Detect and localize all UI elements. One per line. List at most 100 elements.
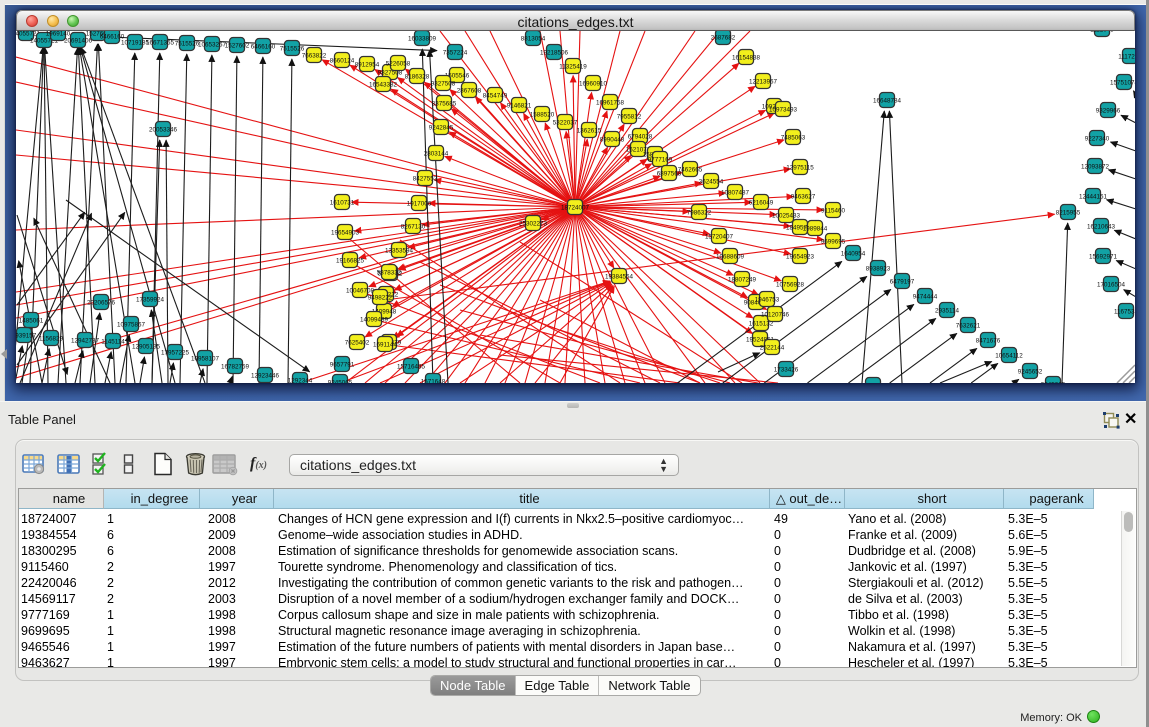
svg-text:8427552: 8427552	[413, 175, 438, 182]
svg-text:12975115: 12975115	[786, 164, 814, 171]
svg-text:18807249: 18807249	[728, 276, 757, 283]
svg-text:20206576: 20206576	[87, 299, 116, 306]
svg-text:10975867: 10975867	[117, 321, 146, 328]
svg-text:1610731: 1610731	[330, 199, 355, 206]
svg-text:13353594: 13353594	[385, 247, 414, 254]
svg-text:16210643: 16210643	[1087, 223, 1116, 230]
svg-text:1362615: 1362615	[577, 127, 602, 134]
svg-text:9327508: 9327508	[431, 80, 456, 87]
svg-text:7462665: 7462665	[678, 166, 703, 173]
svg-text:1588520: 1588520	[530, 111, 555, 118]
svg-text:2935114: 2935114	[935, 307, 960, 314]
svg-text:8990448: 8990448	[600, 136, 625, 143]
svg-text:9657791: 9657791	[330, 361, 355, 368]
svg-text:10756928: 10756928	[776, 281, 805, 288]
svg-text:10025433: 10025433	[772, 212, 801, 219]
svg-text:7515526: 7515526	[175, 40, 200, 47]
svg-text:12093872: 12093872	[1081, 163, 1110, 170]
svg-text:9329966: 9329966	[1096, 107, 1121, 114]
svg-text:1640954: 1640954	[841, 250, 866, 257]
svg-text:25302273: 25302273	[519, 220, 548, 227]
svg-text:1167533: 1167533	[1114, 308, 1135, 315]
svg-text:6466160: 6466160	[251, 43, 276, 50]
svg-text:10688609: 10688609	[716, 253, 745, 260]
svg-text:10807487: 10807487	[721, 189, 750, 196]
svg-text:9115460: 9115460	[821, 207, 846, 214]
svg-text:9242845: 9242845	[429, 124, 454, 131]
svg-text:3624554: 3624554	[699, 178, 724, 185]
svg-text:19384554: 19384554	[605, 273, 634, 280]
svg-text:12444151: 12444151	[1079, 193, 1108, 200]
svg-text:10973493: 10973493	[769, 106, 798, 113]
svg-text:9474444: 9474444	[913, 293, 938, 300]
svg-text:16648784: 16648784	[873, 97, 902, 104]
svg-text:19218506: 19218506	[540, 49, 569, 56]
svg-text:8813054: 8813054	[521, 35, 546, 42]
svg-text:7625402: 7625402	[345, 339, 370, 346]
svg-text:15716485: 15716485	[397, 363, 426, 370]
svg-text:7663822: 7663822	[302, 52, 327, 59]
svg-text:10654112: 10654112	[995, 352, 1023, 359]
svg-text:1939157: 1939157	[16, 332, 37, 339]
svg-text:10046708: 10046708	[346, 287, 375, 294]
svg-text:1989844: 1989844	[803, 225, 828, 232]
svg-text:6479197: 6479197	[890, 278, 915, 285]
svg-text:15692971: 15692971	[1089, 253, 1118, 260]
svg-text:9699695: 9699695	[821, 238, 846, 245]
svg-text:19654903: 19654903	[331, 229, 360, 236]
svg-text:8912954: 8912954	[355, 61, 380, 68]
svg-text:17016504: 17016504	[1097, 281, 1126, 288]
svg-text:6897568: 6897568	[657, 170, 682, 177]
svg-text:3375685: 3375685	[432, 100, 457, 107]
svg-text:9227340: 9227340	[1085, 135, 1110, 142]
svg-text:15720407: 15720407	[705, 233, 734, 240]
svg-text:9245065: 9245065	[328, 379, 353, 383]
svg-text:5878332: 5878332	[377, 269, 402, 276]
svg-text:12905135: 12905135	[132, 343, 161, 350]
svg-text:16671365: 16671365	[146, 39, 175, 46]
svg-text:10120746: 10120746	[761, 311, 790, 318]
svg-text:8186328: 8186328	[405, 73, 430, 80]
svg-text:2522144: 2522144	[760, 344, 785, 351]
svg-text:9463627: 9463627	[791, 193, 816, 200]
svg-text:16543382: 16543382	[369, 81, 398, 88]
svg-text:7986322: 7986322	[687, 209, 712, 216]
svg-text:19654923: 19654923	[786, 253, 815, 260]
svg-text:9777169: 9777169	[648, 156, 673, 163]
svg-text:1946753: 1946753	[755, 296, 780, 303]
svg-text:15751074: 15751074	[1110, 79, 1135, 86]
svg-text:2867608: 2867608	[457, 87, 482, 94]
svg-text:6794028: 6794028	[628, 133, 653, 140]
svg-text:5322037: 5322037	[553, 119, 578, 126]
svg-text:8267130: 8267130	[401, 223, 426, 230]
svg-text:8454749: 8454749	[483, 92, 508, 99]
svg-text:12923446: 12923446	[251, 372, 280, 379]
svg-text:12213967: 12213967	[749, 78, 778, 85]
svg-text:1156829: 1156829	[39, 335, 64, 342]
svg-text:1292344: 1292344	[861, 382, 886, 383]
svg-text:1917006: 1917006	[407, 200, 432, 207]
svg-text:16961758: 16961758	[596, 99, 625, 106]
svg-text:10653267: 10653267	[198, 41, 227, 48]
svg-text:1691144: 1691144	[373, 341, 398, 348]
svg-text:1117204: 1117204	[1118, 53, 1135, 60]
svg-text:9245652: 9245652	[1018, 368, 1043, 375]
svg-text:7485063: 7485063	[781, 134, 806, 141]
svg-text:19166825: 19166825	[336, 257, 365, 264]
svg-text:8938923: 8938923	[866, 265, 891, 272]
svg-text:9146821: 9146821	[507, 102, 532, 109]
svg-text:18724007: 18724007	[561, 204, 590, 211]
svg-text:7632621: 7632621	[956, 322, 981, 329]
svg-text:8215955: 8215955	[1056, 209, 1081, 216]
svg-text:20691406: 20691406	[64, 37, 93, 44]
svg-text:1571648: 1571648	[421, 378, 446, 383]
svg-text:1112045: 1112045	[1090, 31, 1114, 33]
svg-text:10958107: 10958107	[191, 355, 220, 362]
svg-text:1733426: 1733426	[774, 366, 799, 373]
svg-text:14099489: 14099489	[360, 316, 389, 323]
svg-text:6216049: 6216049	[749, 199, 774, 206]
svg-text:9498222: 9498222	[368, 294, 393, 301]
svg-text:17957225: 17957225	[161, 349, 190, 356]
svg-text:1485061: 1485061	[19, 317, 44, 324]
svg-text:16154838: 16154838	[732, 54, 761, 61]
